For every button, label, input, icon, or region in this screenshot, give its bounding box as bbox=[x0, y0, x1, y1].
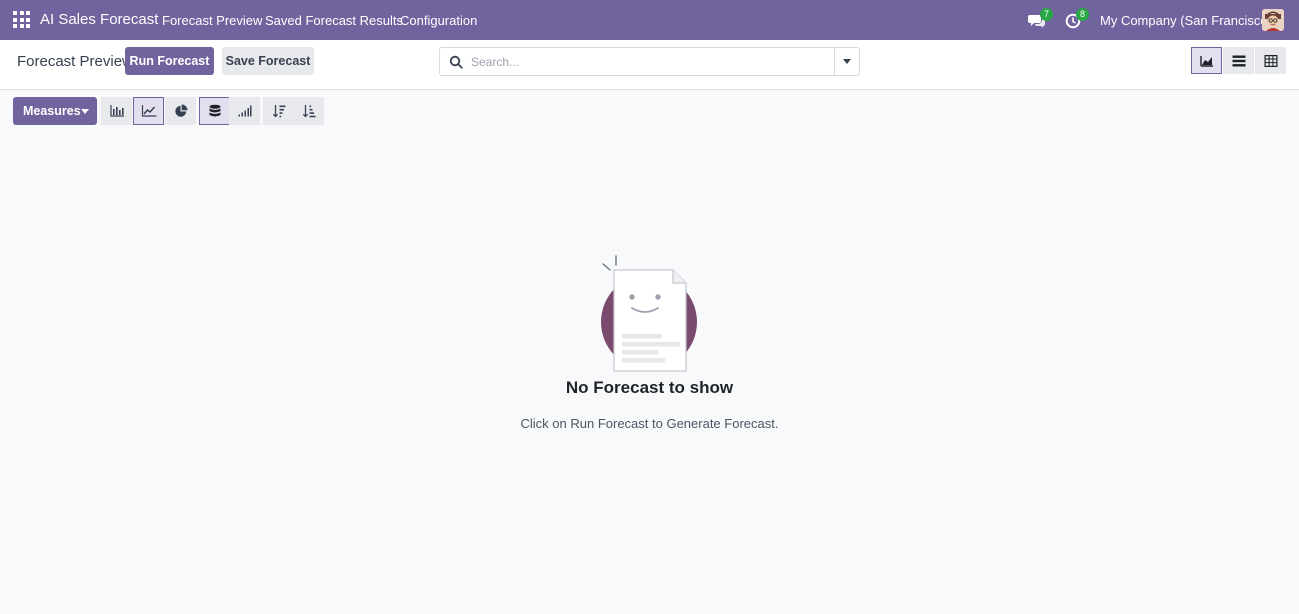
search-icon bbox=[449, 55, 463, 69]
sort-descending-icon bbox=[272, 105, 285, 118]
search-input[interactable] bbox=[471, 53, 831, 71]
top-navbar: AI Sales Forecast Forecast Preview Saved… bbox=[0, 0, 1299, 40]
measures-dropdown[interactable]: Measures bbox=[13, 97, 97, 125]
breadcrumb: Forecast Preview bbox=[17, 53, 133, 70]
line-chart-button[interactable] bbox=[133, 97, 164, 125]
messages-count-badge: 7 bbox=[1040, 8, 1053, 21]
sort-descending-button[interactable] bbox=[263, 97, 294, 125]
save-forecast-button[interactable]: Save Forecast bbox=[222, 47, 314, 75]
apps-grid-icon[interactable] bbox=[13, 11, 30, 28]
activities-count-badge: 8 bbox=[1076, 8, 1089, 21]
list-icon bbox=[1232, 55, 1245, 66]
empty-state-description: Click on Run Forecast to Generate Foreca… bbox=[520, 416, 779, 431]
app-title[interactable]: AI Sales Forecast bbox=[40, 11, 158, 28]
cumulative-button[interactable] bbox=[229, 97, 260, 125]
line-chart-icon bbox=[141, 105, 156, 117]
messages-button[interactable]: 7 bbox=[1028, 8, 1053, 32]
avatar[interactable] bbox=[1262, 9, 1284, 31]
graph-view-button[interactable] bbox=[1191, 47, 1222, 74]
user-avatar-icon bbox=[1262, 9, 1284, 31]
list-view-button[interactable] bbox=[1223, 47, 1254, 74]
menu-forecast-preview[interactable]: Forecast Preview bbox=[162, 13, 262, 28]
pivot-view-button[interactable] bbox=[1255, 47, 1286, 74]
database-stack-icon bbox=[209, 104, 220, 117]
empty-document-illustration bbox=[601, 255, 697, 372]
empty-state-title: No Forecast to show bbox=[565, 378, 734, 397]
area-chart-icon bbox=[1199, 55, 1213, 67]
run-forecast-button[interactable]: Run Forecast bbox=[125, 47, 214, 75]
pie-chart-icon bbox=[174, 104, 187, 117]
stacked-button[interactable] bbox=[199, 97, 230, 125]
pivot-table-icon bbox=[1264, 54, 1277, 67]
menu-saved-forecast-results[interactable]: Saved Forecast Results bbox=[265, 13, 403, 28]
company-switcher[interactable]: My Company (San Francisco) bbox=[1100, 13, 1272, 28]
activities-button[interactable]: 8 bbox=[1064, 8, 1089, 32]
bar-chart-button[interactable] bbox=[101, 97, 132, 125]
control-panel: Forecast Preview Run Forecast Save Forec… bbox=[0, 40, 1299, 90]
menu-configuration[interactable]: Configuration bbox=[400, 13, 477, 28]
pie-chart-button[interactable] bbox=[165, 97, 196, 125]
signal-bars-icon bbox=[238, 105, 251, 117]
bar-chart-icon bbox=[109, 105, 124, 117]
search-options-toggle[interactable] bbox=[834, 48, 859, 75]
sort-ascending-icon bbox=[302, 105, 315, 118]
sort-ascending-button[interactable] bbox=[293, 97, 324, 125]
search-bar bbox=[439, 47, 860, 76]
